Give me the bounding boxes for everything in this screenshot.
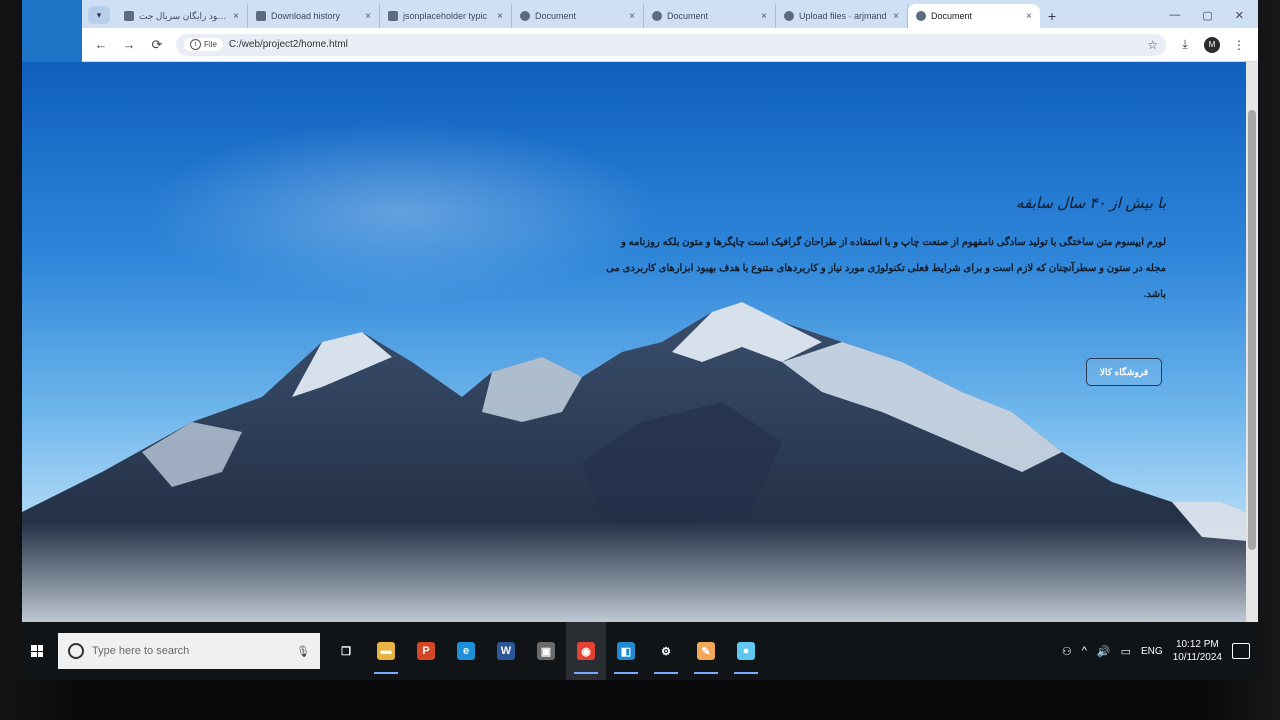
window-controls: — ▢ ✕ (1169, 9, 1258, 28)
close-tab-icon[interactable]: × (893, 11, 899, 22)
clock-time: 10:12 PM (1175, 639, 1219, 650)
minimize-button[interactable]: — (1169, 9, 1180, 22)
tab-title: jsonplaceholder typic (403, 11, 488, 21)
paint-icon: ✎ (697, 642, 715, 660)
globe-icon (520, 11, 530, 21)
tab-title: Document (667, 11, 709, 21)
taskbar-app-button[interactable]: W (486, 622, 526, 680)
taskbar-app-button[interactable]: P (406, 622, 446, 680)
download-icon (256, 11, 266, 21)
close-tab-icon[interactable]: × (365, 11, 371, 22)
taskbar-app-button[interactable]: ◧ (606, 622, 646, 680)
edge-icon: e (457, 642, 475, 660)
powerpoint-icon: P (417, 642, 435, 660)
battery-icon[interactable]: ▭ (1121, 645, 1131, 658)
tab-search-button[interactable]: ▾ (88, 6, 110, 24)
browser-tab[interactable]: Document × (512, 4, 644, 28)
browser-tab[interactable]: Document × (644, 4, 776, 28)
notification-center-icon[interactable] (1232, 643, 1250, 659)
info-icon: i (190, 39, 201, 50)
start-button[interactable] (24, 622, 50, 680)
microphone-icon[interactable]: 🎙 (296, 645, 310, 658)
sky-haze (142, 122, 662, 302)
github-icon (784, 11, 794, 21)
browser-menu-icon[interactable]: ⋮ (1230, 36, 1248, 54)
reload-button[interactable]: ⟳ (148, 36, 166, 54)
address-bar[interactable]: i File C:/web/project2/home.html ☆ (176, 33, 1166, 56)
clock-date: 10/11/2024 (1172, 652, 1222, 663)
hero-paragraph: لورم ایپسوم متن ساختگی با تولید سادگی نا… (606, 237, 1166, 300)
hero-heading: با بیش از ۴۰ سال سابقه (1016, 195, 1166, 212)
browser-toolbar: ← → ⟳ i File C:/web/project2/home.html ☆… (82, 28, 1258, 62)
hero-text: با بیش از ۴۰ سال سابقه لورم ایپسوم متن س… (606, 194, 1166, 308)
tab-title: دانلود رایگان سریال جت (139, 10, 229, 21)
globe-icon (916, 11, 926, 21)
close-tab-icon[interactable]: × (629, 11, 635, 22)
chrome-icon: ◉ (577, 642, 595, 660)
bookmark-star-icon[interactable]: ☆ (1147, 38, 1158, 52)
close-tab-icon[interactable]: × (497, 11, 503, 22)
search-placeholder: Type here to search (92, 645, 190, 657)
search-icon (68, 643, 84, 659)
tab-list: دانلود رایگان سریال جت × Download history ×… (116, 4, 1040, 28)
taskbar-app-button[interactable]: ❐ (326, 622, 366, 680)
tab-title: Download history (271, 11, 341, 21)
profile-avatar[interactable]: M (1204, 36, 1220, 53)
close-tab-icon[interactable]: × (1026, 11, 1032, 22)
taskbar-app-button[interactable]: ▬ (366, 622, 406, 680)
taskbar-app-button[interactable]: ✎ (686, 622, 726, 680)
file-explorer-icon: ▬ (377, 642, 395, 660)
site-info-label: File (204, 40, 217, 49)
shop-button[interactable]: فروشگاه کالا (1086, 358, 1162, 386)
close-window-button[interactable]: ✕ (1235, 9, 1244, 22)
volume-icon[interactable]: 🔊 (1097, 645, 1111, 658)
tab-title: Document (535, 11, 577, 21)
word-icon: W (497, 642, 515, 660)
page-viewport: با بیش از ۴۰ سال سابقه لورم ایپسوم متن س… (22, 62, 1258, 622)
windows-logo-icon (31, 645, 43, 657)
task-view-icon: ❐ (337, 642, 355, 660)
language-indicator[interactable]: ENG (1141, 646, 1163, 657)
page-icon (124, 11, 134, 21)
chevron-up-icon[interactable]: ^ (1082, 645, 1087, 657)
page-scrollbar[interactable] (1246, 62, 1258, 622)
forward-button[interactable]: → (120, 36, 138, 54)
app-icon: ● (737, 642, 755, 660)
browser-tab[interactable]: jsonplaceholder typic × (380, 4, 512, 28)
url-text[interactable]: C:/web/project2/home.html (229, 39, 1141, 50)
taskbar-app-button[interactable]: ⚙ (646, 622, 686, 680)
taskbar-app-button[interactable]: ● (726, 622, 766, 680)
windows-taskbar: Type here to search 🎙 ❐ ▬ Pe W ▣ ◉ ◧ ⚙ ✎ ● ⚇ ^ 🔊 … (22, 622, 1258, 680)
browser-tab[interactable]: Upload files · arjmand × (776, 4, 908, 28)
browser-tab[interactable]: دانلود رایگان سریال جت × (116, 4, 248, 28)
vscode-icon: ◧ (617, 642, 635, 660)
browser-tab[interactable]: Document × (908, 4, 1040, 28)
page-icon (388, 11, 398, 21)
taskbar-app-button[interactable]: ▣ (526, 622, 566, 680)
back-button[interactable]: ← (92, 36, 110, 54)
taskbar-apps: ❐ ▬ Pe W ▣ ◉ ◧ ⚙ ✎ ● (326, 622, 766, 680)
scrollbar-thumb[interactable] (1248, 110, 1256, 550)
screen: ▾ دانلود رایگان سریال جت × Download histor… (22, 0, 1258, 680)
close-tab-icon[interactable]: × (233, 11, 239, 22)
tab-title: Upload files · arjmand (799, 11, 887, 21)
system-tray: ⚇ ^ 🔊 ▭ ENG 10:12 PM 10/11/2024 (1062, 638, 1258, 664)
settings-icon: ⚙ (657, 642, 675, 660)
taskbar-search-box[interactable]: Type here to search 🎙 (58, 633, 320, 669)
store-icon: ▣ (537, 642, 555, 660)
downloads-icon[interactable]: ⤓ (1176, 36, 1194, 54)
site-info-chip[interactable]: i File (184, 38, 223, 51)
globe-icon (652, 11, 662, 21)
mountain-background-image (22, 302, 1258, 622)
maximize-button[interactable]: ▢ (1202, 9, 1212, 22)
taskbar-app-button[interactable]: e (446, 622, 486, 680)
tab-strip: ▾ دانلود رایگان سریال جت × Download histor… (82, 0, 1258, 28)
people-icon[interactable]: ⚇ (1062, 645, 1072, 658)
browser-tab[interactable]: Download history × (248, 4, 380, 28)
close-tab-icon[interactable]: × (761, 11, 767, 22)
taskbar-app-button[interactable]: ◉ (566, 622, 606, 680)
tab-title: Document (931, 11, 973, 21)
new-tab-button[interactable]: + (1040, 4, 1064, 28)
clock[interactable]: 10:12 PM 10/11/2024 (1173, 638, 1222, 664)
